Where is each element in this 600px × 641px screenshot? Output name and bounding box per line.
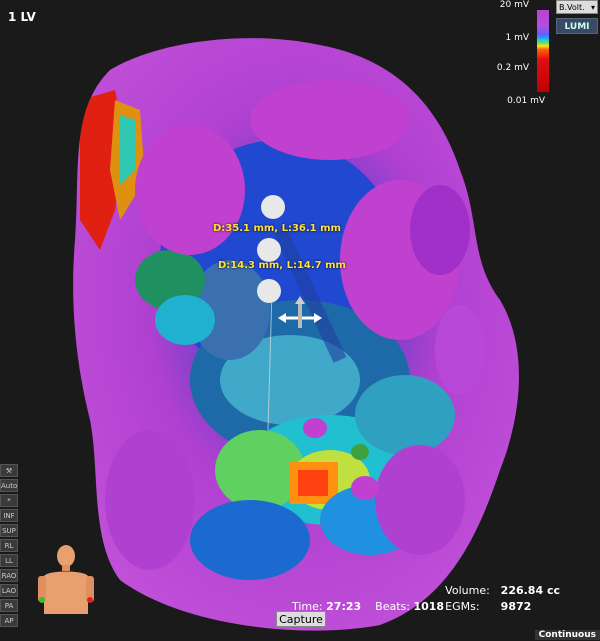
beats-label: Beats:: [375, 600, 410, 613]
lumi-button[interactable]: LUMI: [556, 18, 598, 34]
scale-min-label: 0.01 mV: [507, 96, 545, 106]
measurement-label: D:14.3 mm, L:14.7 mm: [218, 260, 346, 271]
view-pa-button[interactable]: PA: [0, 599, 18, 612]
measurement-point[interactable]: [257, 238, 281, 262]
volume-value: 226.84 cc: [500, 584, 560, 597]
heart-chamber-surface: [73, 38, 519, 631]
continuous-button[interactable]: Continuous: [534, 630, 600, 640]
egms-label: EGMs:: [445, 600, 480, 613]
view-auto-button[interactable]: Auto: [0, 479, 18, 492]
orientation-figure-icon[interactable]: [36, 542, 96, 622]
map-type-value: B.Volt.: [559, 3, 585, 12]
view-sup-button[interactable]: SUP: [0, 524, 18, 537]
beats-value: 1018: [413, 600, 445, 613]
time-value: 27:23: [326, 600, 362, 613]
view-rao-button[interactable]: RAO: [0, 569, 18, 582]
scale-upper-threshold-label[interactable]: 1 mV: [505, 33, 529, 43]
scale-lower-threshold-label[interactable]: 0.2 mV: [497, 63, 529, 73]
view-ap-button[interactable]: AP: [0, 614, 18, 627]
view-inf-button[interactable]: INF: [0, 509, 18, 522]
capture-button[interactable]: Capture: [276, 611, 326, 627]
view-rl-button[interactable]: RL: [0, 539, 18, 552]
measurement-label: D:35.1 mm, L:36.1 mm: [213, 223, 341, 234]
chevron-down-icon: ▾: [590, 3, 595, 12]
measurement-point[interactable]: [257, 279, 281, 303]
egms-value: 9872: [500, 600, 532, 613]
volume-label: Volume:: [445, 584, 490, 597]
color-scale-bar: [537, 10, 549, 92]
view-lao-button[interactable]: LAO: [0, 584, 18, 597]
map-type-select[interactable]: B.Volt. ▾: [556, 0, 598, 14]
voltage-color-scale: 20 mV 1 mV 0.2 mV 0.01 mV: [485, 0, 555, 108]
measurement-point[interactable]: [261, 195, 285, 219]
view-ll-button[interactable]: LL: [0, 554, 18, 567]
map-statistics: Volume: 226.84 cc EGMs: 9872: [445, 584, 560, 616]
map-title: 1 LV: [8, 10, 36, 24]
scale-max-label: 20 mV: [499, 0, 529, 10]
hammer-icon[interactable]: ⚒: [0, 464, 18, 477]
view-toolbar: ⚒ Auto * INF SUP RL LL RAO LAO PA AP: [0, 464, 18, 629]
view-star-button[interactable]: *: [0, 494, 18, 507]
